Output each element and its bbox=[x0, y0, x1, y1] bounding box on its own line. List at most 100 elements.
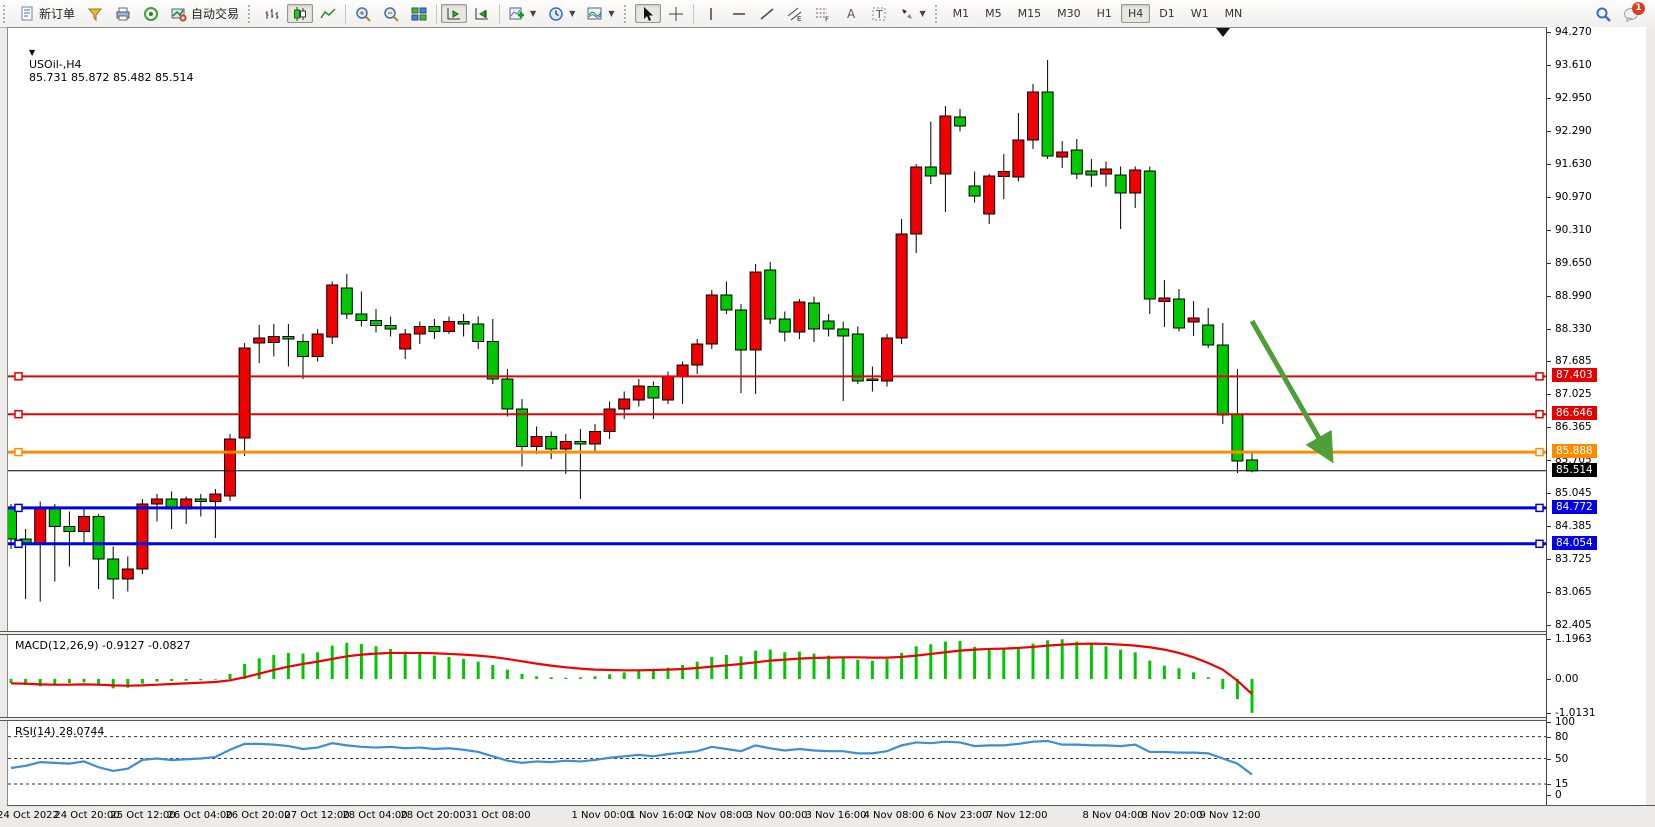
chevron-down-icon: ▼ bbox=[608, 9, 614, 18]
autotrade-button[interactable]: 自动交易 bbox=[166, 4, 244, 23]
tab-timeframe-m5[interactable]: M5 bbox=[978, 4, 1009, 23]
axis-tick bbox=[1547, 361, 1551, 362]
candle-body bbox=[560, 442, 571, 450]
price-tick-label: 84.385 bbox=[1555, 520, 1592, 532]
rsi-chart[interactable] bbox=[8, 721, 1547, 805]
price-tick-label: 88.330 bbox=[1555, 323, 1592, 335]
search-button[interactable] bbox=[1590, 4, 1616, 23]
price-tick-label: 90.970 bbox=[1555, 191, 1592, 203]
tab-timeframe-h4[interactable]: H4 bbox=[1121, 4, 1150, 23]
bar-chart-mode-button[interactable] bbox=[259, 4, 285, 23]
macd-panel[interactable]: MACD(12,26,9) -0.9127 -0.0827 bbox=[7, 635, 1546, 718]
cursor-tool-button[interactable] bbox=[635, 4, 661, 23]
line-handle[interactable] bbox=[15, 504, 22, 511]
new-order-button[interactable]: 新订单 bbox=[14, 4, 80, 23]
candle-body bbox=[706, 295, 717, 344]
price-tick-label: 87.025 bbox=[1555, 388, 1592, 400]
text-label-tool-button[interactable]: T bbox=[866, 4, 892, 23]
arrows-tool-button[interactable]: ▼ bbox=[894, 4, 931, 23]
axis-tick bbox=[1547, 795, 1551, 796]
price-tick-label: 83.725 bbox=[1555, 553, 1592, 565]
price-axis[interactable]: 94.27093.61092.95092.29091.63090.97090.3… bbox=[1546, 27, 1646, 805]
line-handle[interactable] bbox=[1536, 540, 1543, 547]
candle-body bbox=[473, 324, 484, 342]
notifications-button[interactable]: 1 bbox=[1618, 4, 1644, 23]
candle-body bbox=[298, 342, 309, 357]
fibonacci-tool-button[interactable]: F bbox=[810, 4, 836, 23]
print-button[interactable] bbox=[110, 4, 136, 23]
time-axis[interactable]: 24 Oct 202224 Oct 20:0025 Oct 12:0026 Oc… bbox=[7, 805, 1655, 827]
axis-tick bbox=[1547, 394, 1551, 395]
tab-timeframe-w1[interactable]: W1 bbox=[1184, 4, 1216, 23]
rsi-line bbox=[11, 741, 1252, 775]
toolbar-grip[interactable] bbox=[248, 5, 255, 23]
axis-tick bbox=[1547, 460, 1551, 461]
rsi-panel[interactable]: RSI(14) 28.0744 bbox=[7, 721, 1546, 805]
svg-text:T: T bbox=[875, 8, 883, 21]
candle-body bbox=[1247, 460, 1258, 471]
crosshair-tool-button[interactable] bbox=[663, 4, 689, 23]
line-handle[interactable] bbox=[1536, 504, 1543, 511]
auto-scroll-button[interactable] bbox=[441, 4, 467, 23]
autotrade-icon bbox=[171, 6, 187, 22]
time-tick-label: 3 Nov 16:00 bbox=[805, 810, 866, 821]
tab-timeframe-m1[interactable]: M1 bbox=[946, 4, 977, 23]
line-handle[interactable] bbox=[1536, 373, 1543, 380]
price-tick-label: 93.610 bbox=[1555, 59, 1592, 71]
tab-timeframe-m15[interactable]: M15 bbox=[1011, 4, 1049, 23]
chart-ohlc-values: 85.731 85.872 85.482 85.514 bbox=[29, 71, 193, 84]
chart-shift-button[interactable] bbox=[469, 4, 495, 23]
trendline-tool-button[interactable] bbox=[754, 4, 780, 23]
tab-timeframe-d1[interactable]: D1 bbox=[1152, 4, 1181, 23]
macd-chart[interactable] bbox=[8, 635, 1547, 718]
tab-timeframe-mn[interactable]: MN bbox=[1218, 4, 1250, 23]
broadcast-button[interactable] bbox=[138, 4, 164, 23]
candlestick-chart[interactable] bbox=[8, 28, 1547, 632]
line-handle[interactable] bbox=[15, 540, 22, 547]
line-handle[interactable] bbox=[1536, 411, 1543, 418]
trendline-icon bbox=[759, 6, 775, 22]
line-handle[interactable] bbox=[15, 449, 22, 456]
templates-button[interactable]: ▼ bbox=[582, 4, 619, 23]
toolbar-grip[interactable] bbox=[935, 5, 942, 23]
line-handle[interactable] bbox=[1536, 449, 1543, 456]
line-handle[interactable] bbox=[15, 373, 22, 380]
tile-windows-button[interactable] bbox=[406, 4, 432, 23]
text-tool-button[interactable]: A bbox=[838, 4, 864, 23]
periods-button[interactable]: ▼ bbox=[543, 4, 580, 23]
candle-body bbox=[911, 167, 922, 234]
horizontal-line-tool-button[interactable] bbox=[726, 4, 752, 23]
text-icon: A bbox=[843, 6, 859, 22]
tab-timeframe-h1[interactable]: H1 bbox=[1090, 4, 1119, 23]
collapse-arrow-icon[interactable]: ▼ bbox=[29, 48, 35, 57]
funnel-button[interactable] bbox=[82, 4, 108, 23]
vertical-line-tool-button[interactable] bbox=[698, 4, 724, 23]
trading-terminal: { "app": { "toolbar": { "new_order_label… bbox=[0, 0, 1655, 826]
channel-tool-button[interactable]: E bbox=[782, 4, 808, 23]
line-handle[interactable] bbox=[15, 411, 22, 418]
axis-tick bbox=[1547, 639, 1551, 640]
indicators-button[interactable]: ▼ bbox=[504, 4, 541, 23]
zoom-out-button[interactable] bbox=[378, 4, 404, 23]
candle-body bbox=[590, 432, 601, 445]
search-icon bbox=[1595, 6, 1611, 22]
time-tick-label: 31 Oct 08:00 bbox=[465, 810, 530, 821]
candle-body bbox=[619, 399, 630, 409]
candle-body bbox=[969, 186, 980, 196]
candle-body bbox=[210, 494, 221, 502]
tab-timeframe-m30[interactable]: M30 bbox=[1050, 4, 1088, 23]
line-chart-mode-button[interactable] bbox=[315, 4, 341, 23]
candle-body bbox=[108, 559, 119, 579]
candlestick-mode-button[interactable] bbox=[287, 4, 313, 23]
price-chart-panel[interactable]: ▼ USOil-,H4 85.731 85.872 85.482 85.514 bbox=[7, 27, 1546, 631]
object-marker-icon[interactable] bbox=[1216, 28, 1230, 37]
zoom-in-button[interactable] bbox=[350, 4, 376, 23]
current-price-badge: 85.514 bbox=[1552, 463, 1597, 477]
toolbar-grip[interactable] bbox=[3, 5, 10, 23]
macd-tick-label: 0.00 bbox=[1555, 673, 1578, 685]
down-trend-arrow[interactable] bbox=[1252, 321, 1331, 459]
cursor-icon bbox=[640, 6, 656, 22]
toolbar-grip[interactable] bbox=[624, 5, 631, 23]
time-tick-label: 27 Oct 12:00 bbox=[284, 810, 349, 821]
fibonacci-icon: F bbox=[815, 6, 831, 22]
